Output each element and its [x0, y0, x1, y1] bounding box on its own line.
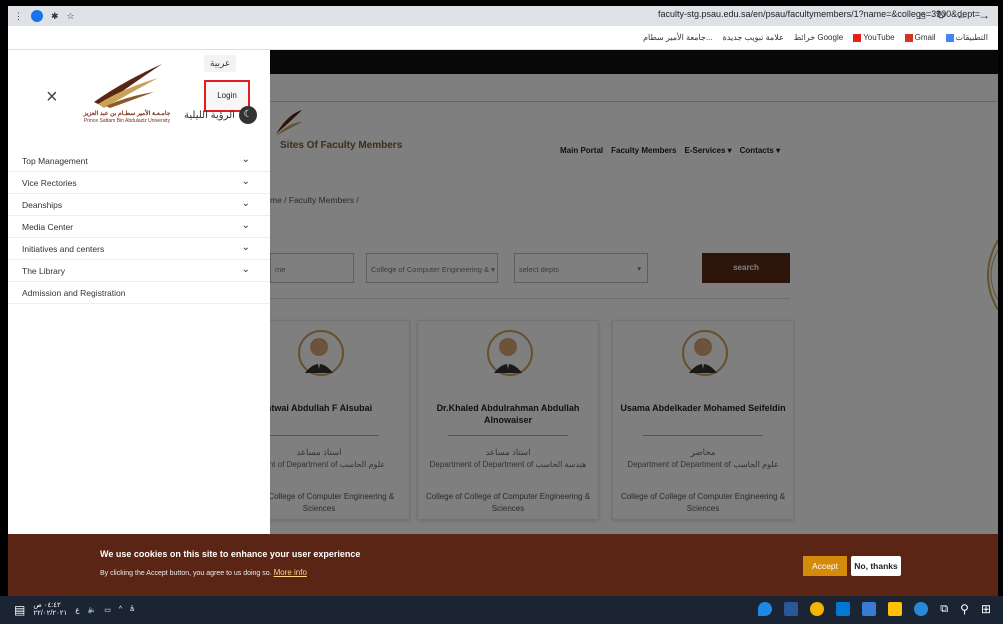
- profile-icon[interactable]: [31, 10, 43, 22]
- chevron-up-icon[interactable]: ^: [119, 606, 122, 613]
- night-mode-toggle[interactable]: الرؤية الليلية ☾: [184, 106, 257, 124]
- menu-item-label: Top Management: [22, 156, 88, 166]
- chrome-icon[interactable]: [810, 602, 825, 616]
- university-logo[interactable]: جامـعـة الأمير سطـام بن عبد العزيز Princ…: [72, 60, 182, 130]
- notification-icon[interactable]: ▤: [14, 603, 25, 617]
- apps-grid-icon: [945, 33, 954, 42]
- time-text: ٠٤:٤٢ ص: [33, 602, 61, 609]
- mail-icon[interactable]: [836, 602, 851, 616]
- chevron-down-icon[interactable]: ⌄: [242, 264, 250, 275]
- chevron-down-icon[interactable]: ⌄: [242, 242, 250, 253]
- reload-icon[interactable]: ↻: [936, 8, 946, 22]
- forward-icon[interactable]: →: [978, 8, 990, 22]
- volume-icon[interactable]: 🔈: [88, 606, 97, 614]
- menu-item-label: Deanships: [22, 200, 63, 210]
- bookmark-maps[interactable]: خرائط Google: [794, 33, 843, 42]
- side-menu: × جامـعـة الأمير سطـام بن عبد العزيز Pri…: [8, 50, 270, 534]
- bookmark-psau[interactable]: جامعة الأمير سطام...: [643, 33, 713, 42]
- moon-icon: ☾: [238, 106, 257, 124]
- word-app-icon[interactable]: [784, 602, 799, 616]
- home-icon[interactable]: ⌂: [919, 8, 926, 22]
- youtube-icon: [853, 33, 862, 42]
- cookie-subtitle: By clicking the Accept button, you agree…: [100, 568, 307, 577]
- language-switch[interactable]: عربية: [204, 55, 237, 72]
- taskbar: ▤ ٠٤:٤٢ ص ٢٢/٠٢/٢٠٢١ ع 🔈 ▭ ^ ȃ ⧉ ⚲ ⊞: [0, 596, 1003, 624]
- menu-item-admission[interactable]: Admission and Registration: [8, 282, 270, 304]
- back-icon[interactable]: ←: [956, 8, 968, 22]
- search-icon[interactable]: ⚲: [960, 602, 969, 616]
- explorer-icon[interactable]: [888, 602, 903, 616]
- menu-kebab-icon[interactable]: ⋮: [14, 11, 23, 22]
- menu-item-library[interactable]: The Library ⌄: [8, 260, 270, 282]
- logo-text-ar: جامـعـة الأمير سطـام بن عبد العزيز: [83, 111, 171, 117]
- clock[interactable]: ٠٤:٤٢ ص ٢٢/٠٢/٢٠٢١: [33, 602, 67, 617]
- menu-item-initiatives[interactable]: Initiatives and centers ⌄: [8, 238, 270, 260]
- task-view-icon[interactable]: ⧉: [940, 603, 948, 616]
- menu-item-top-management[interactable]: Top Management ⌄: [8, 150, 270, 172]
- store-icon[interactable]: [862, 602, 877, 616]
- start-icon[interactable]: ⊞: [981, 602, 991, 616]
- browser-toolbar: ⋮ ✱ ☆ faculty-stg.psau.edu.sa/en/psau/fa…: [8, 6, 998, 26]
- menu-item-deanships[interactable]: Deanships ⌄: [8, 194, 270, 216]
- logo-icon: [94, 64, 162, 108]
- menu-item-label: Media Center: [22, 222, 74, 232]
- night-mode-label: الرؤية الليلية: [184, 109, 235, 121]
- chevron-down-icon[interactable]: ⌄: [242, 198, 250, 209]
- bookmark-star-icon[interactable]: ☆: [67, 11, 75, 22]
- bookmark-gmail[interactable]: Gmail: [904, 33, 936, 42]
- bookmark-youtube[interactable]: YouTube: [853, 33, 895, 42]
- accept-button[interactable]: Accept: [803, 556, 847, 576]
- no-thanks-button[interactable]: No, thanks: [851, 556, 901, 576]
- droplet-app-icon[interactable]: [758, 602, 773, 616]
- edge-icon[interactable]: [914, 602, 929, 616]
- menu-item-label: Admission and Registration: [22, 288, 126, 298]
- logo-text-en: Prince Sattam Bin Abdulaziz University: [83, 118, 171, 124]
- cookie-title: We use cookies on this site to enhance y…: [100, 549, 361, 559]
- date-text: ٢٢/٠٢/٢٠٢١: [33, 609, 68, 617]
- menu-item-label: Vice Rectories: [22, 178, 77, 188]
- menu-list: Top Management ⌄ Vice Rectories ⌄ Deanship…: [8, 150, 270, 304]
- extension-icon[interactable]: ✱: [51, 11, 59, 22]
- chevron-down-icon[interactable]: ⌄: [242, 154, 250, 165]
- people-icon[interactable]: ȃ: [130, 606, 134, 613]
- language-indicator[interactable]: ع: [75, 606, 79, 614]
- chevron-down-icon[interactable]: ⌄: [242, 176, 250, 187]
- chevron-down-icon[interactable]: ⌄: [242, 220, 250, 231]
- menu-item-label: Initiatives and centers: [22, 244, 105, 254]
- cookie-subtitle-text: By clicking the Accept button, you agree…: [100, 570, 272, 577]
- network-icon[interactable]: ▭: [104, 606, 111, 614]
- close-icon[interactable]: ×: [46, 86, 58, 109]
- menu-item-label: The Library: [22, 266, 65, 276]
- gmail-icon: [904, 33, 913, 42]
- menu-item-media-center[interactable]: Media Center ⌄: [8, 216, 270, 238]
- bookmark-new-tab[interactable]: علامة تبويب جديدة: [723, 33, 784, 42]
- bookmarks-bar: جامعة الأمير سطام... علامة تبويب جديدة خ…: [8, 26, 998, 50]
- browser-window: ⋮ ✱ ☆ faculty-stg.psau.edu.sa/en/psau/fa…: [8, 6, 998, 596]
- cookie-banner: We use cookies on this site to enhance y…: [8, 534, 998, 596]
- screen: ⋮ ✱ ☆ faculty-stg.psau.edu.sa/en/psau/fa…: [0, 0, 1003, 624]
- bookmark-apps[interactable]: التطبيقات: [945, 33, 988, 42]
- more-info-link[interactable]: More info: [274, 568, 307, 577]
- menu-item-vice-rectories[interactable]: Vice Rectories ⌄: [8, 172, 270, 194]
